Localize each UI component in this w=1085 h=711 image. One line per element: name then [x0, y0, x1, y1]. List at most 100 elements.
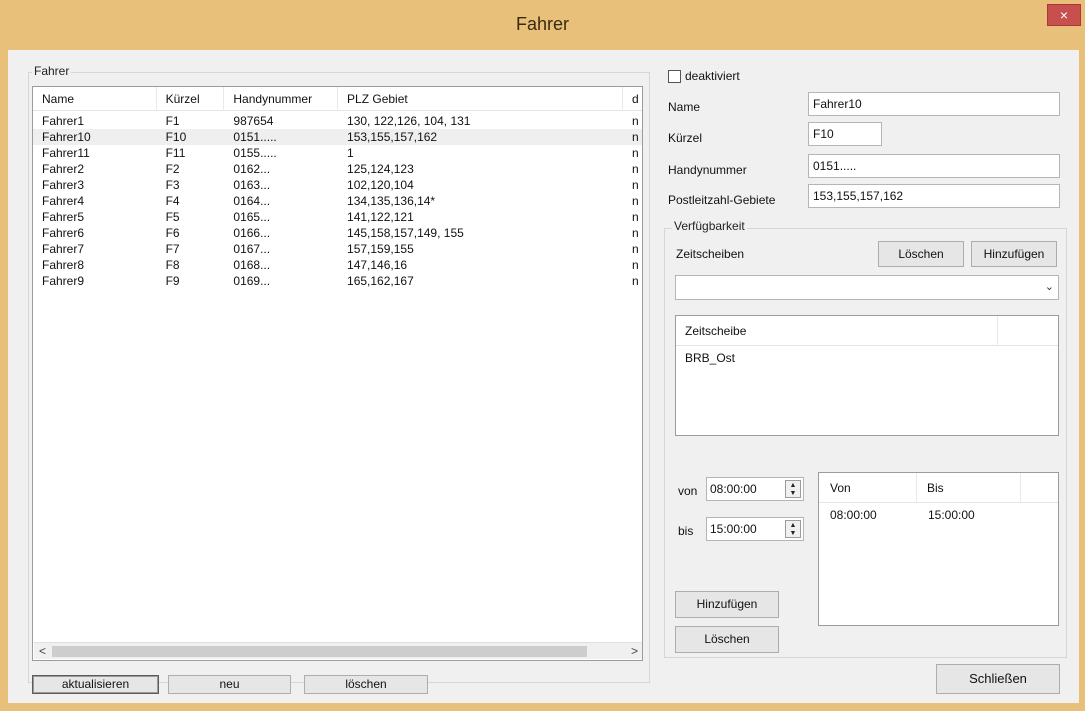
- plz-field[interactable]: 153,155,157,162: [808, 184, 1060, 208]
- to-label: bis: [678, 524, 694, 538]
- cell-plz: 1: [347, 146, 354, 160]
- cell-name: Fahrer8: [42, 258, 85, 272]
- delete-button[interactable]: löschen: [304, 675, 428, 694]
- phone-field[interactable]: 0151.....: [808, 154, 1060, 178]
- time-delete-button[interactable]: Löschen: [675, 626, 779, 653]
- table-row[interactable]: Fahrer10 F10 0151..... 153,155,157,162 n: [33, 129, 642, 145]
- column-header-d[interactable]: d: [623, 87, 642, 111]
- window: Fahrer × Fahrer Name Kürzel Handynummer …: [0, 0, 1085, 711]
- table-row[interactable]: 08:00:00 15:00:00: [819, 507, 1058, 523]
- slice-delete-button[interactable]: Löschen: [878, 241, 964, 267]
- drivers-group-title: Fahrer: [32, 64, 72, 78]
- cell-short: F8: [165, 258, 180, 272]
- cell-short: F6: [165, 226, 180, 240]
- cell-d: n: [632, 194, 639, 208]
- cell-phone: 0167...: [233, 242, 271, 256]
- spin-down-icon[interactable]: ▼: [786, 530, 800, 538]
- cell-phone: 0151.....: [233, 130, 277, 144]
- from-time-value: 08:00:00: [710, 482, 757, 496]
- cell-plz: 157,159,155: [347, 242, 414, 256]
- column-header-name[interactable]: Name: [33, 87, 157, 111]
- table-row[interactable]: Fahrer4 F4 0164... 134,135,136,14* n: [33, 193, 642, 209]
- spin-up-icon[interactable]: ▲: [786, 482, 800, 490]
- close-icon[interactable]: ×: [1047, 4, 1081, 26]
- close-button[interactable]: Schließen: [936, 664, 1060, 694]
- from-time-spinner[interactable]: ▲ ▼: [785, 480, 801, 498]
- cell-plz: 147,146,16: [347, 258, 408, 272]
- cell-phone: 0162...: [233, 162, 271, 176]
- cell-phone: 0165...: [233, 210, 271, 224]
- scroll-right-arrow-icon[interactable]: >: [626, 643, 642, 660]
- cell-name: Fahrer4: [42, 194, 85, 208]
- short-field[interactable]: F10: [808, 122, 882, 146]
- chevron-down-icon[interactable]: ⌄: [1045, 280, 1054, 293]
- column-header-short[interactable]: Kürzel: [157, 87, 225, 111]
- name-field[interactable]: Fahrer10: [808, 92, 1060, 116]
- cell-short: F7: [165, 242, 180, 256]
- time-ranges-header: Von Bis: [819, 473, 1058, 503]
- slice-name: BRB_Ost: [685, 351, 736, 365]
- column-header-phone[interactable]: Handynummer: [224, 87, 339, 111]
- cell-short: F4: [165, 194, 180, 208]
- time-slices-list[interactable]: Zeitscheibe BRB_Ost: [675, 315, 1059, 436]
- column-header-plz[interactable]: PLZ Gebiet: [338, 87, 624, 111]
- cell-name: Fahrer10: [42, 130, 91, 144]
- cell-short: F10: [165, 130, 187, 144]
- column-header-slice[interactable]: Zeitscheibe: [676, 316, 998, 346]
- cell-d: n: [632, 114, 639, 128]
- cell-d: n: [632, 258, 639, 272]
- scrollbar-thumb[interactable]: [52, 646, 587, 657]
- column-header-from[interactable]: Von: [819, 473, 917, 503]
- table-row[interactable]: Fahrer11 F11 0155..... 1 n: [33, 145, 642, 161]
- cell-d: n: [632, 210, 639, 224]
- table-row[interactable]: Fahrer8 F8 0168... 147,146,16 n: [33, 257, 642, 273]
- cell-plz: 130, 122,126, 104, 131: [347, 114, 471, 128]
- cell-phone: 0164...: [233, 194, 271, 208]
- time-ranges-list[interactable]: Von Bis 08:00:00 15:00:00: [818, 472, 1059, 626]
- from-time-picker[interactable]: 08:00:00 ▲ ▼: [706, 477, 804, 501]
- table-row[interactable]: Fahrer6 F6 0166... 145,158,157,149, 155 n: [33, 225, 642, 241]
- cell-plz: 145,158,157,149, 155: [347, 226, 464, 240]
- time-add-button[interactable]: Hinzufügen: [675, 591, 779, 618]
- table-row[interactable]: Fahrer2 F2 0162... 125,124,123 n: [33, 161, 642, 177]
- time-slice-select[interactable]: ⌄: [675, 275, 1059, 300]
- cell-name: Fahrer6: [42, 226, 85, 240]
- scroll-left-arrow-icon[interactable]: <: [34, 643, 51, 660]
- cell-phone: 0166...: [233, 226, 271, 240]
- cell-name: Fahrer5: [42, 210, 85, 224]
- slice-add-button[interactable]: Hinzufügen: [971, 241, 1057, 267]
- cell-d: n: [632, 162, 639, 176]
- deactivated-checkbox[interactable]: [668, 70, 681, 83]
- column-header-empty: [1021, 473, 1058, 503]
- drivers-list[interactable]: Name Kürzel Handynummer PLZ Gebiet d Fah…: [32, 86, 643, 661]
- time-slices-label: Zeitscheiben: [676, 247, 745, 261]
- table-row[interactable]: Fahrer9 F9 0169... 165,162,167 n: [33, 273, 642, 289]
- cell-short: F11: [165, 146, 186, 160]
- new-button[interactable]: neu: [168, 675, 291, 694]
- cell-short: F5: [165, 210, 180, 224]
- dialog-body: Fahrer Name Kürzel Handynummer PLZ Gebie…: [8, 50, 1079, 703]
- to-time-value: 15:00:00: [710, 522, 757, 536]
- cell-name: Fahrer1: [42, 114, 85, 128]
- cell-d: n: [632, 242, 639, 256]
- horizontal-scrollbar[interactable]: < >: [34, 642, 642, 660]
- cell-d: n: [632, 178, 639, 192]
- refresh-button[interactable]: aktualisieren: [32, 675, 159, 694]
- cell-name: Fahrer3: [42, 178, 85, 192]
- table-row[interactable]: Fahrer1 F1 987654 130, 122,126, 104, 131 n: [33, 113, 642, 129]
- to-time-spinner[interactable]: ▲ ▼: [785, 520, 801, 538]
- title-bar: Fahrer ×: [0, 0, 1085, 50]
- table-row[interactable]: Fahrer5 F5 0165... 141,122,121 n: [33, 209, 642, 225]
- to-time-picker[interactable]: 15:00:00 ▲ ▼: [706, 517, 804, 541]
- cell-phone: 0155.....: [233, 146, 277, 160]
- spin-up-icon[interactable]: ▲: [786, 522, 800, 530]
- table-row[interactable]: Fahrer7 F7 0167... 157,159,155 n: [33, 241, 642, 257]
- column-header-to[interactable]: Bis: [917, 473, 1021, 503]
- cell-short: F9: [165, 274, 180, 288]
- spin-down-icon[interactable]: ▼: [786, 490, 800, 498]
- cell-d: n: [632, 226, 639, 240]
- table-row[interactable]: Fahrer3 F3 0163... 102,120,104 n: [33, 177, 642, 193]
- window-title: Fahrer: [515, 14, 569, 34]
- list-item[interactable]: BRB_Ost: [676, 350, 1058, 366]
- cell-plz: 134,135,136,14*: [347, 194, 436, 208]
